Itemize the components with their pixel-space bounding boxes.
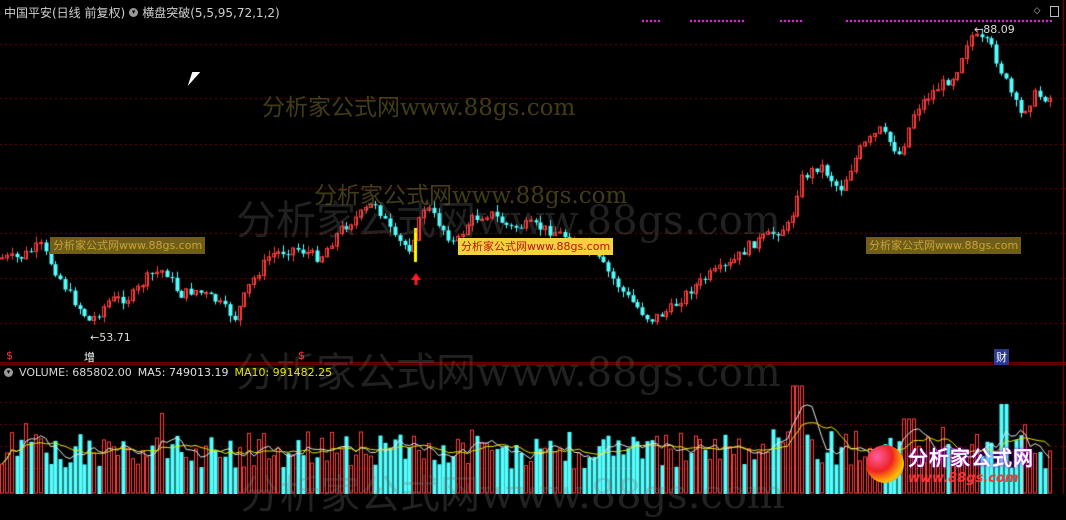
- indicator-label[interactable]: 横盘突破(5,5,95,72,1,2): [142, 4, 280, 21]
- chart-header: 中国平安(日线 前复权) ▾ 横盘突破(5,5,95,72,1,2): [4, 4, 280, 21]
- increase-flag[interactable]: 增: [82, 349, 97, 365]
- circle-chevron-icon[interactable]: ▾: [4, 368, 13, 377]
- finance-flag[interactable]: 财: [994, 349, 1009, 365]
- volume-header: ▾ VOLUME: 685802.00 MA5: 749013.19 MA10:…: [4, 366, 332, 379]
- symbol-label[interactable]: 中国平安(日线 前复权): [4, 4, 125, 21]
- dollar-flag[interactable]: $: [6, 349, 13, 362]
- ma10-label: MA10: 991482.25: [234, 366, 333, 379]
- dollar-flag[interactable]: $: [298, 349, 305, 362]
- ma5-label: MA5: 749013.19: [137, 366, 229, 379]
- circle-chevron-icon[interactable]: ▾: [129, 8, 139, 17]
- diamond-nav-icon[interactable]: ◇: [1032, 6, 1042, 16]
- low-price-label: ←53.71: [90, 331, 131, 344]
- watermark-tag: 分析家公式网www.88gs.com: [50, 237, 206, 254]
- site-logo: 分析家公式网 www.88gs.com: [866, 436, 1062, 492]
- logo-title: 分析家公式网: [908, 446, 1034, 470]
- logo-url: www.88gs.com: [908, 471, 1019, 486]
- watermark-tag: 分析家公式网www.88gs.com: [458, 238, 614, 255]
- high-price-label: ←88.09: [974, 23, 1015, 36]
- watermark-tag: 分析家公式网www.88gs.com: [866, 237, 1022, 254]
- volume-label: VOLUME: 685802.00: [19, 366, 132, 379]
- flower-logo-icon: [866, 445, 904, 483]
- panel-toggle-icon[interactable]: [1050, 6, 1059, 17]
